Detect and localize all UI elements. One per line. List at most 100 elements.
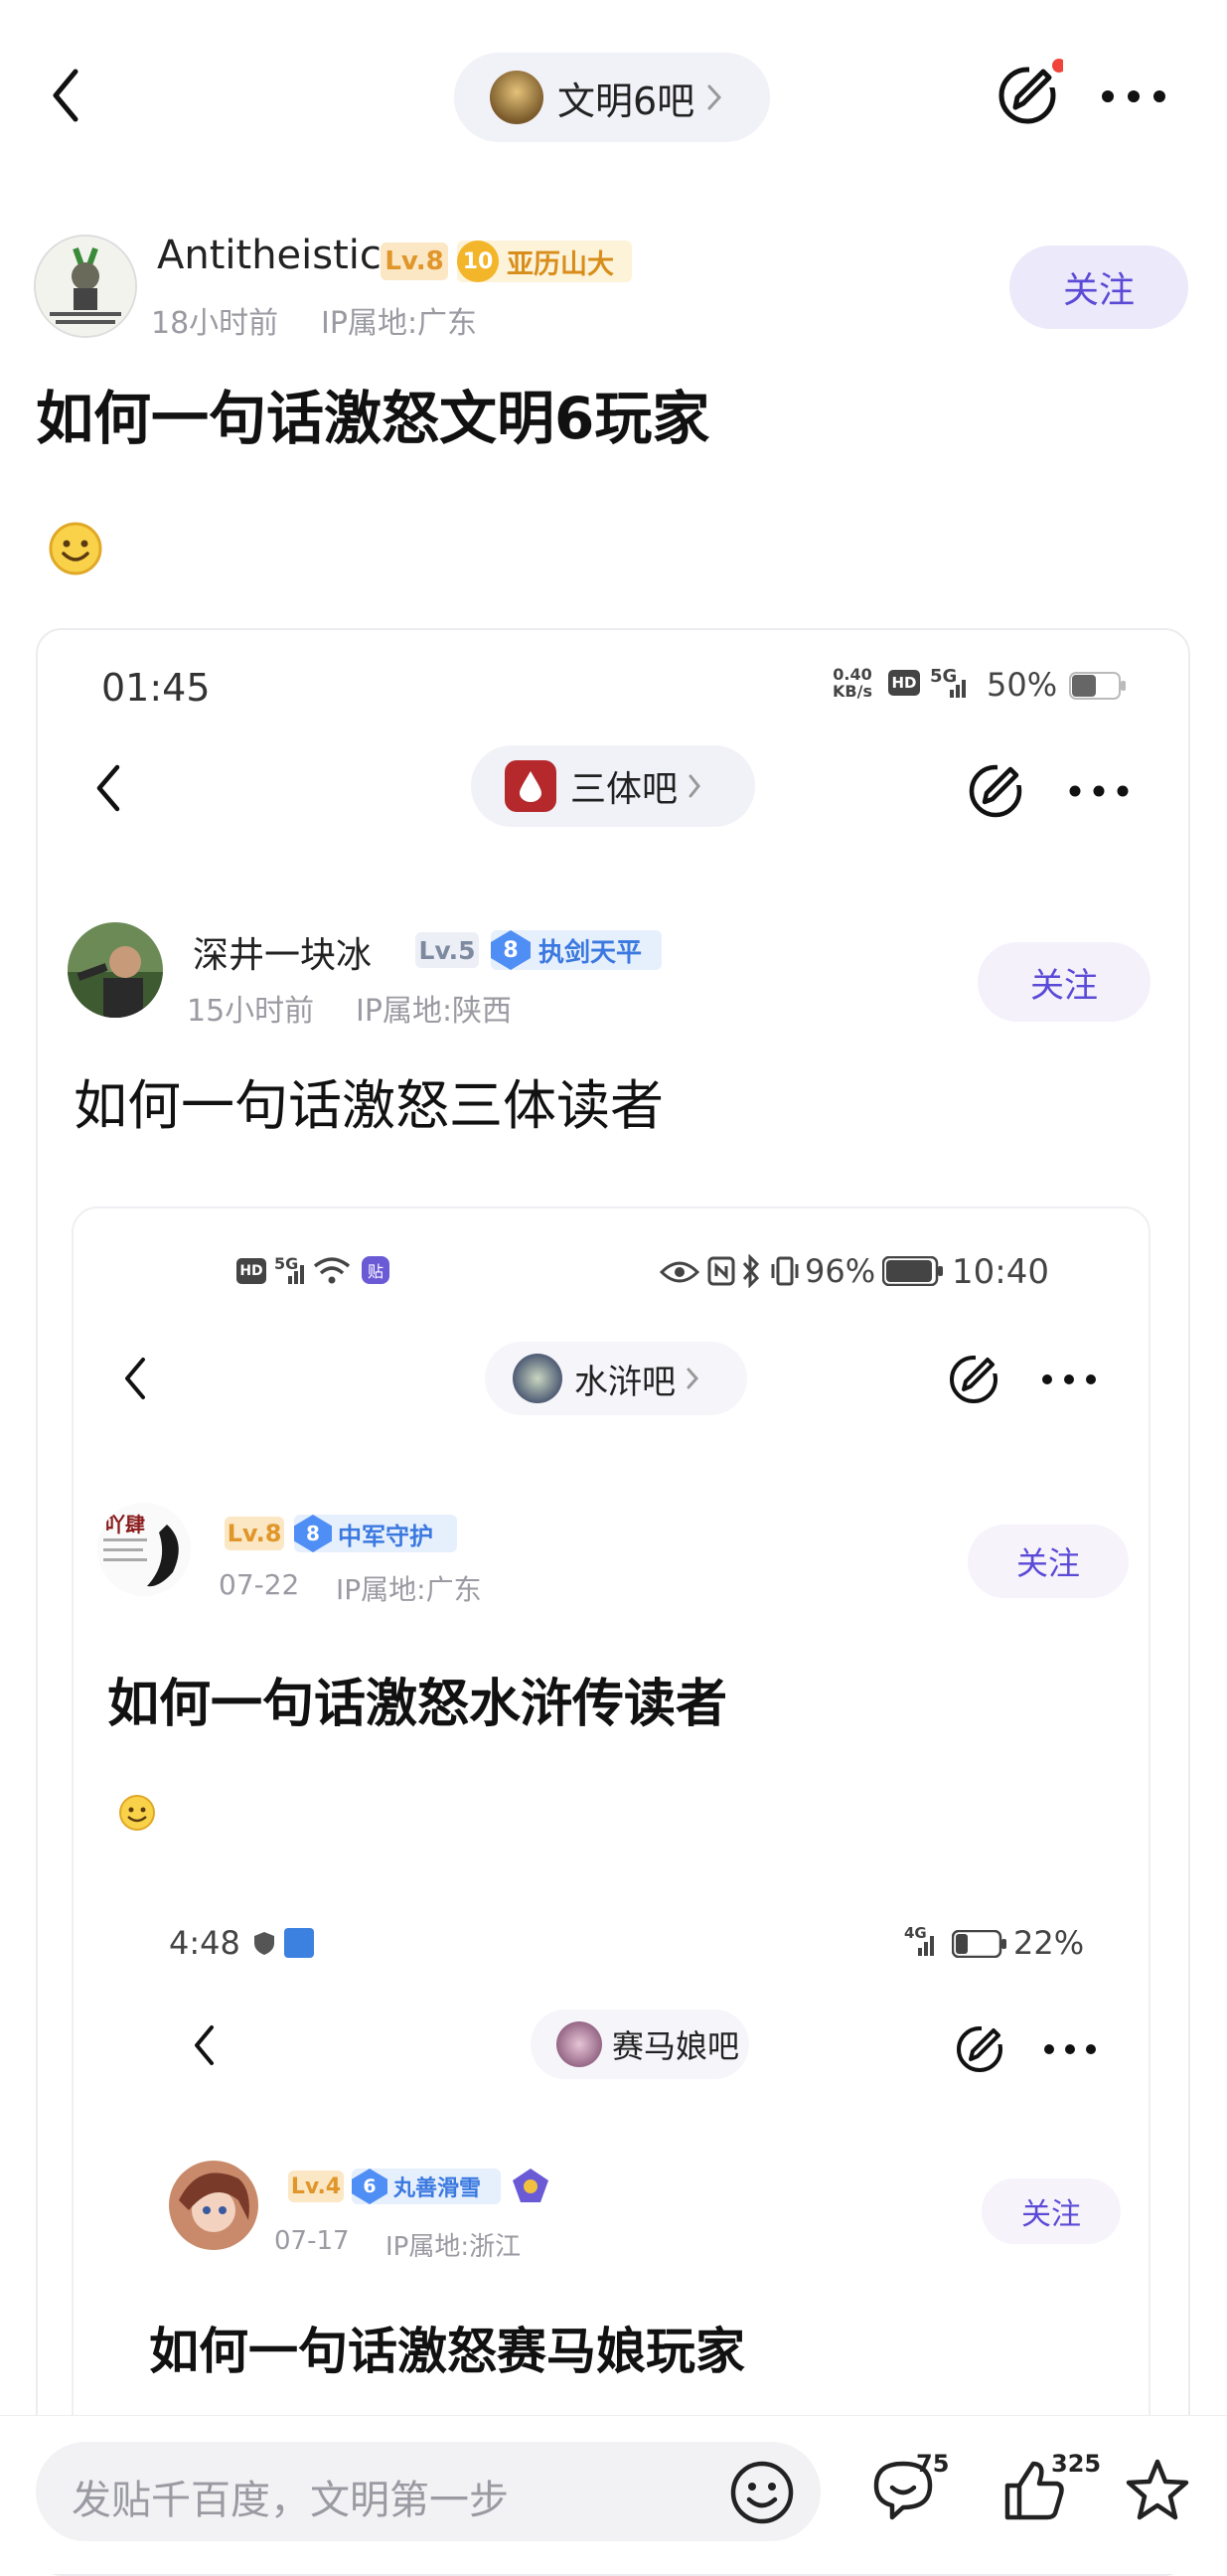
reply-placeholder: 发贴千百度，文明第一步: [72, 2478, 509, 2523]
back-icon[interactable]: [121, 1354, 149, 1403]
forum-avatar: [556, 2021, 602, 2067]
follow-button[interactable]: 关注: [978, 942, 1150, 1022]
back-icon[interactable]: [48, 66, 83, 125]
honor-badge-num: 8: [294, 1515, 332, 1552]
hd-indicator: HD: [888, 670, 920, 696]
vibrate-icon: [769, 1256, 801, 1286]
honor-badge: 8 中军守护: [294, 1515, 457, 1552]
forum-name: 赛马娘吧: [612, 2027, 740, 2065]
shield-icon: [252, 1930, 276, 1956]
edit-icon[interactable]: [954, 2019, 1009, 2075]
post-title: 如何一句话激怒三体读者: [74, 1074, 664, 1137]
hd-indicator: HD: [236, 1258, 266, 1284]
status-clock: 01:45: [101, 666, 211, 710]
forum-pill[interactable]: 水浒吧: [485, 1342, 747, 1415]
level-badge: Lv.8: [225, 1517, 284, 1550]
wifi-icon: [312, 1256, 352, 1286]
forum-avatar: [513, 1354, 562, 1403]
honor-badge: 6 丸善滑雪: [352, 2169, 501, 2204]
edit-icon[interactable]: [966, 757, 1029, 821]
post-ip: IP属地:浙江: [385, 2232, 522, 2262]
post-time: 07-17: [274, 2226, 350, 2256]
edit-icon[interactable]: [946, 1348, 1005, 1407]
app-icon: [284, 1928, 314, 1958]
post-time: 15小时前: [187, 994, 315, 1029]
net-speed-value: 0.40: [833, 665, 872, 684]
bluetooth-icon: [741, 1254, 761, 1288]
comment-count: 75: [916, 2450, 950, 2478]
forum-avatar: [505, 760, 556, 812]
embedded-screenshot-2[interactable]: HD 5G 贴 96% 10:40 水浒吧 吖肆 Lv.8 8 中军守护 07-…: [72, 1207, 1150, 2574]
more-icon[interactable]: [1041, 1373, 1097, 1385]
signal-bars-icon: [908, 1932, 938, 1956]
eye-icon: [660, 1260, 699, 1284]
level-badge: Lv.4: [288, 2171, 344, 2202]
signal-bars-icon: [278, 1260, 308, 1284]
net-speed: 0.40 KB/s: [833, 666, 872, 700]
level-badge: Lv.8: [381, 242, 448, 280]
honor-badge-num: 8: [491, 930, 531, 970]
forum-pill[interactable]: 文明6吧: [454, 53, 770, 142]
level-badge: Lv.5: [415, 932, 479, 968]
back-icon[interactable]: [191, 2021, 217, 2069]
app-tag: 贴: [362, 1256, 389, 1284]
honor-badge: 10 亚历山大: [457, 241, 632, 282]
edit-icon[interactable]: [994, 58, 1063, 127]
follow-button[interactable]: 关注: [982, 2178, 1121, 2244]
nfc-icon: [707, 1256, 735, 1286]
post-ip: IP属地:陕西: [356, 994, 513, 1029]
forum-name: 文明6吧: [557, 79, 695, 123]
status-clock: 4:48: [169, 1924, 240, 1962]
like-count: 325: [1051, 2450, 1102, 2478]
honor-badge: 8 执剑天平: [491, 930, 662, 970]
honor-badge-name: 中军守护: [338, 1522, 433, 1550]
honor-badge-name: 丸善滑雪: [393, 2176, 482, 2201]
net-speed-unit: KB/s: [833, 682, 872, 701]
avatar[interactable]: [68, 922, 163, 1018]
honor-badge-name: 亚历山大: [507, 248, 614, 280]
honor-badge-num: 10: [457, 241, 499, 282]
post-ip: IP属地:广东: [336, 1573, 482, 1606]
forum-name: 三体吧: [570, 769, 679, 810]
follow-button[interactable]: 关注: [1009, 245, 1188, 329]
forum-avatar: [490, 71, 543, 124]
emoji-icon[interactable]: [729, 2460, 795, 2525]
honor-badge-num: 6: [352, 2169, 387, 2204]
post-title: 如何一句话激怒文明6玩家: [36, 385, 710, 452]
battery-text: 22%: [1013, 1924, 1085, 1962]
post-time: 07-22: [219, 1568, 300, 1601]
embedded-screenshot-1[interactable]: 01:45 0.40 KB/s HD 5G 50% 三体吧 深井一块冰 Lv.5…: [36, 628, 1190, 2576]
forum-pill[interactable]: 三体吧: [471, 745, 755, 827]
status-clock: 10:40: [952, 1252, 1049, 1292]
forum-pill[interactable]: 赛马娘吧: [531, 2010, 749, 2079]
more-icon[interactable]: [1101, 89, 1166, 103]
signal-bars-icon: [936, 674, 968, 698]
author-name[interactable]: Antitheistic: [157, 233, 382, 278]
author-name[interactable]: 深井一块冰: [193, 926, 372, 978]
avatar[interactable]: [169, 2161, 258, 2250]
back-icon[interactable]: [93, 761, 123, 815]
post-title: 如何一句话激怒水浒传读者: [107, 1675, 728, 1734]
forum-name: 水浒吧: [574, 1362, 676, 1402]
follow-button[interactable]: 关注: [968, 1525, 1129, 1598]
smile-emoji: [117, 1793, 157, 1833]
smile-emoji: [48, 521, 103, 576]
reply-input[interactable]: 发贴千百度，文明第一步: [36, 2442, 821, 2541]
chevron-right-icon: [688, 772, 701, 800]
battery-text: 96%: [805, 1252, 876, 1290]
post-time: 18小时前: [151, 306, 279, 341]
avatar[interactable]: [34, 235, 137, 338]
post-ip: IP属地:广东: [321, 306, 478, 341]
post-title: 如何一句话激怒赛马娘玩家: [149, 2323, 745, 2380]
more-icon[interactable]: [1069, 785, 1129, 797]
chevron-right-icon: [706, 82, 722, 112]
battery-icon: [882, 1256, 944, 1286]
more-icon[interactable]: [1043, 2043, 1097, 2055]
bottom-bar: 发贴千百度，文明第一步 75 325: [0, 2415, 1227, 2574]
medal-icon: [511, 2167, 550, 2206]
avatar[interactable]: 吖肆: [97, 1503, 191, 1596]
honor-badge-name: 执剑天平: [538, 937, 643, 968]
chevron-right-icon: [686, 1366, 699, 1391]
star-icon[interactable]: [1123, 2456, 1192, 2525]
battery-icon: [1069, 672, 1127, 700]
